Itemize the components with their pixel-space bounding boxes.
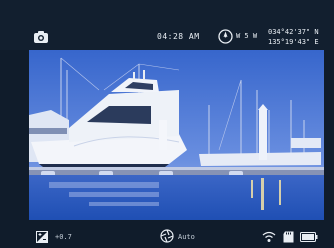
gps-coordinates: 034°42'37" N 135°19'43" E (268, 27, 319, 47)
camera-viewfinder[interactable] (29, 50, 324, 220)
gps-latitude: 034°42'37" N (268, 28, 319, 36)
auto-mode-icon[interactable] (160, 229, 174, 243)
control-bar: +0.7 Auto (0, 220, 334, 248)
camera-icon[interactable] (33, 30, 49, 44)
compass-icon (218, 29, 233, 44)
marina-scene (29, 50, 324, 220)
shooting-mode-label: Auto (178, 233, 195, 241)
wifi-icon (262, 231, 276, 242)
status-bar: 04:28 AM W 5 W 034°42'37" N 135°19'43" E (0, 0, 334, 50)
gps-longitude: 135°19'43" E (268, 38, 319, 46)
exposure-icon[interactable] (36, 231, 48, 243)
exposure-value: +0.7 (55, 233, 72, 241)
compass-heading: W 5 W (236, 32, 258, 40)
battery-icon (300, 232, 318, 242)
sd-card-icon (283, 231, 294, 243)
clock-time: 04:28 AM (157, 32, 200, 41)
camera-screen: 04:28 AM W 5 W 034°42'37" N 135°19'43" E (0, 0, 334, 248)
